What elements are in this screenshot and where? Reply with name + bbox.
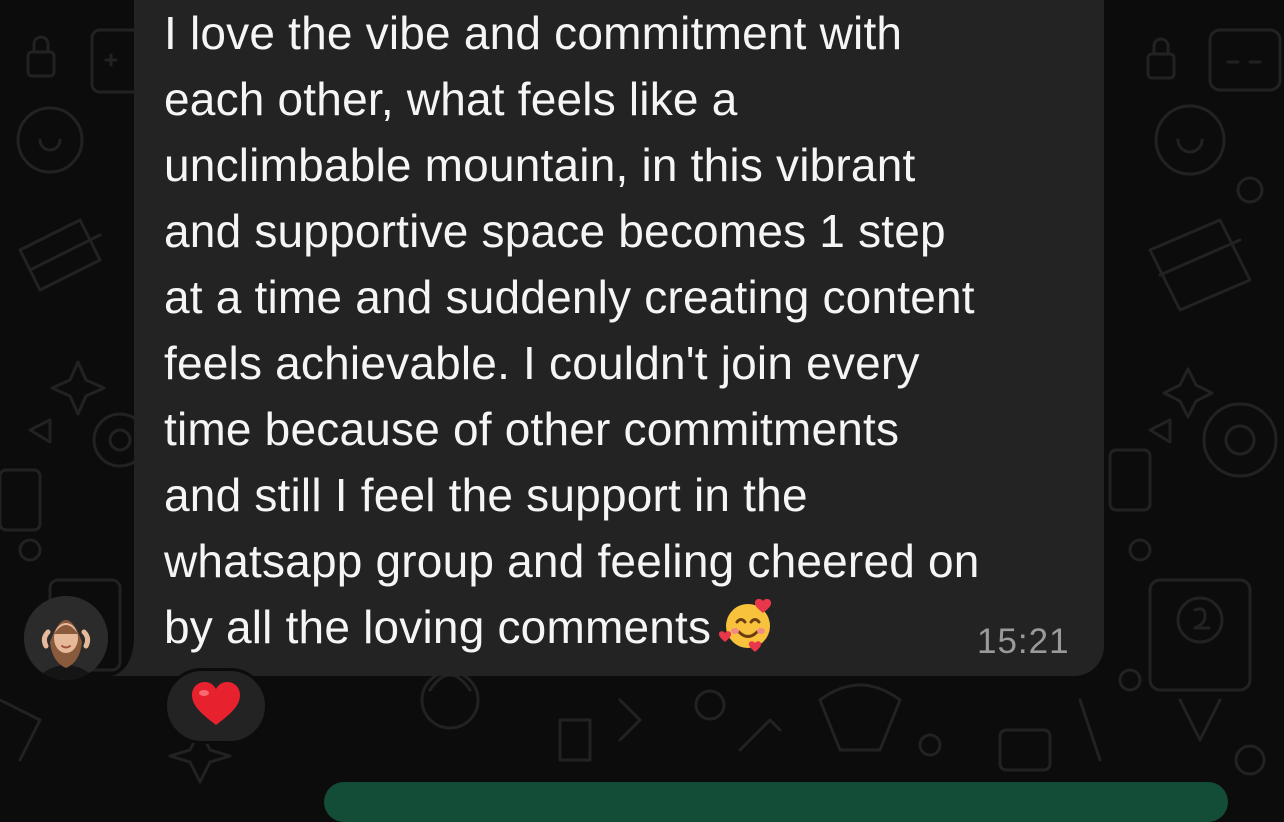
message-line: by all the loving comments [164, 601, 712, 653]
avatar[interactable] [24, 596, 108, 680]
outgoing-message-bubble[interactable] [324, 782, 1228, 822]
message-line-last: by all the loving comments [164, 594, 1084, 670]
message-line: unclimbable mountain, in this vibrant [164, 139, 916, 191]
message-text: I love the vibe and commitment with each… [164, 0, 1084, 670]
message-line: and supportive space becomes 1 step [164, 205, 946, 257]
reaction-badge[interactable] [164, 668, 268, 744]
message-timestamp: 15:21 [977, 622, 1070, 661]
message-line: time because of other commitments [164, 403, 900, 455]
smiling-face-with-hearts-icon [719, 595, 777, 670]
message-line: and still I feel the support in the [164, 469, 808, 521]
red-heart-icon [190, 681, 242, 732]
message-line: I love the vibe and commitment with [164, 7, 903, 59]
message-line: each other, what feels like a [164, 73, 738, 125]
message-line: whatsapp group and feeling cheered on [164, 535, 980, 587]
message-line: feels achievable. I couldn't join every [164, 337, 920, 389]
message-line: at a time and suddenly creating content [164, 271, 975, 323]
